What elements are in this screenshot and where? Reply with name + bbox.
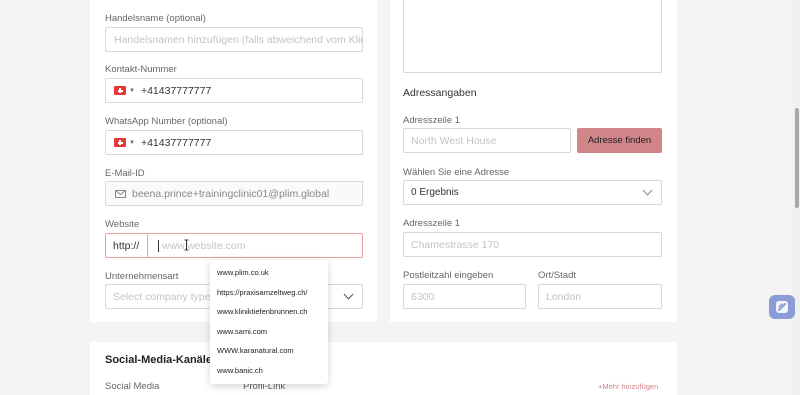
- website-autocomplete-dropdown: www.plim.co.uk https://praxisamzeltweg.c…: [210, 260, 328, 384]
- trade-name-placeholder: Handelsnamen hinzufügen (falls abweichen…: [114, 33, 362, 46]
- social-media-column-header: Social Media: [105, 381, 160, 392]
- whatsapp-label: WhatsApp Number (optional): [105, 116, 228, 127]
- email-value: beena.prince+trainingclinic01@plim.globa…: [132, 187, 330, 200]
- country-caret-icon[interactable]: ▼: [129, 140, 135, 146]
- trade-name-label: Handelsname (optional): [105, 13, 206, 24]
- autocomplete-option[interactable]: www.kliniktiefenbrunnen.ch: [210, 302, 328, 322]
- company-type-label: Unternehmensart: [105, 271, 179, 282]
- autocomplete-option[interactable]: WWW.karanatural.com: [210, 341, 328, 361]
- social-media-title: Social-Media-Kanäle hi: [105, 354, 225, 366]
- find-address-button[interactable]: Adresse finden: [577, 128, 662, 153]
- company-type-placeholder: Select company type: [113, 290, 211, 303]
- address-line1-input[interactable]: North West House: [403, 128, 571, 153]
- postcode-label: Postleitzahl eingeben: [403, 270, 494, 281]
- whatsapp-input[interactable]: ▼ +41437777777: [105, 130, 363, 155]
- website-prefix: http://: [106, 234, 148, 257]
- address-line1-label: Adresszeile 1: [403, 115, 461, 126]
- mail-icon: [115, 189, 126, 198]
- address-line1b-label: Adresszeile 1: [403, 218, 461, 229]
- floating-action-button[interactable]: [769, 295, 795, 319]
- city-placeholder: London: [546, 290, 582, 303]
- address-line1b-placeholder: Chamestrasse 170: [411, 238, 500, 251]
- address-section-title: Adressangaben: [403, 87, 477, 99]
- contact-number-value: +41437777777: [140, 84, 212, 97]
- whatsapp-value: +41437777777: [140, 136, 212, 149]
- email-label: E-Mail-ID: [105, 168, 145, 179]
- app-logo-icon: [776, 301, 788, 313]
- email-input[interactable]: beena.prince+trainingclinic01@plim.globa…: [105, 181, 363, 206]
- choose-address-label: Wählen Sie eine Adresse: [403, 167, 510, 178]
- choose-address-value: 0 Ergebnis: [411, 187, 459, 198]
- autocomplete-option[interactable]: www.plim.co.uk: [210, 263, 328, 283]
- autocomplete-option[interactable]: www.sami.com: [210, 322, 328, 342]
- website-placeholder: www.website.com: [162, 239, 246, 252]
- social-media-card: [90, 342, 677, 395]
- website-input[interactable]: http:// www.website.com: [105, 233, 363, 258]
- autocomplete-option[interactable]: www.banic.ch: [210, 361, 328, 381]
- chevron-down-icon: [343, 289, 354, 300]
- postcode-input[interactable]: 6300: [403, 284, 526, 309]
- autocomplete-option[interactable]: https://praxisamzeltweg.ch/: [210, 283, 328, 303]
- address-line1-placeholder: North West House: [411, 134, 497, 147]
- page-scrollbar-thumb[interactable]: [795, 108, 799, 208]
- country-caret-icon[interactable]: ▼: [129, 88, 135, 94]
- postcode-placeholder: 6300: [411, 290, 435, 303]
- contact-number-input[interactable]: ▼ +41437777777: [105, 78, 363, 103]
- swiss-flag-icon[interactable]: [114, 138, 126, 147]
- choose-address-select[interactable]: 0 Ergebnis: [403, 180, 662, 205]
- trade-name-input[interactable]: Handelsnamen hinzufügen (falls abweichen…: [105, 27, 363, 52]
- swiss-flag-icon[interactable]: [114, 86, 126, 95]
- add-more-link[interactable]: +Mehr hinzufügen: [598, 382, 658, 391]
- chevron-down-icon: [642, 185, 653, 196]
- city-input[interactable]: London: [538, 284, 662, 309]
- city-label: Ort/Stadt: [538, 270, 577, 281]
- contact-number-label: Kontakt-Nummer: [105, 64, 177, 75]
- address-line1b-input[interactable]: Chamestrasse 170: [403, 232, 662, 257]
- ibeam-cursor-icon: [184, 239, 189, 251]
- notes-textarea[interactable]: [403, 0, 662, 73]
- website-label: Website: [105, 219, 140, 230]
- text-cursor: [158, 239, 159, 252]
